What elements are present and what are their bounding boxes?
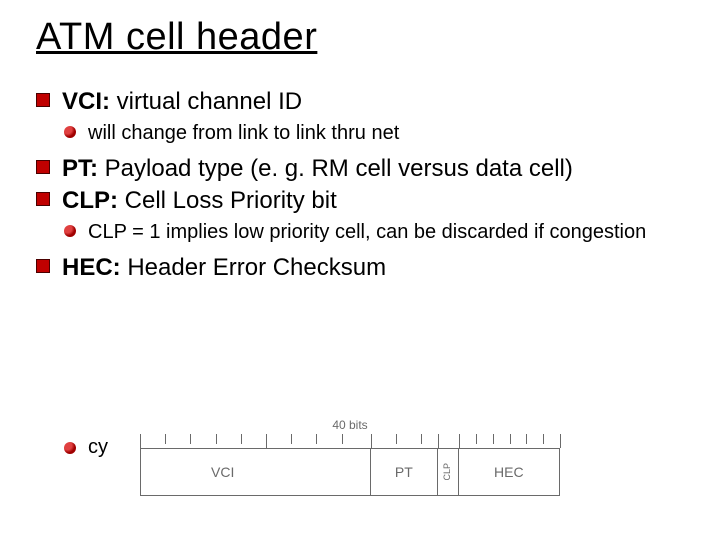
circle-bullet-icon xyxy=(64,225,76,237)
vci-text: virtual channel ID xyxy=(110,88,302,115)
vci-label: VCI: xyxy=(62,88,110,115)
square-bullet-icon xyxy=(36,192,50,206)
header-fields-row: VCI PT CLP HEC xyxy=(140,448,560,496)
circle-bullet-icon xyxy=(64,442,76,454)
clp-label: CLP: xyxy=(62,187,118,214)
body-list: VCI: virtual channel ID will change from… xyxy=(36,87,684,284)
figure-caption: 40 bits xyxy=(140,418,560,432)
bullet-pt: PT: Payload type (e. g. RM cell versus d… xyxy=(36,154,684,185)
field-pt: PT xyxy=(371,449,438,495)
hec-sub-fragment-text: cy xyxy=(88,436,108,458)
bit-ruler xyxy=(140,434,560,448)
slide-title: ATM cell header xyxy=(36,16,684,59)
hec-text: Header Error Checksum xyxy=(121,254,386,281)
pt-label: PT: xyxy=(62,155,98,182)
pt-text: Payload type (e. g. RM cell versus data … xyxy=(98,155,573,182)
cell-header-figure: 40 bits VCI PT CLP xyxy=(140,418,560,496)
clp-text: Cell Loss Priority bit xyxy=(118,187,337,214)
field-vci: VCI xyxy=(141,449,371,495)
square-bullet-icon xyxy=(36,93,50,107)
bullet-clp-sub: CLP = 1 implies low priority cell, can b… xyxy=(36,219,684,245)
bullet-hec-sub-fragment: cy xyxy=(88,436,108,459)
circle-bullet-icon xyxy=(64,126,76,138)
vci-sub-text: will change from link to link thru net xyxy=(88,122,399,144)
bullet-hec: HEC: Header Error Checksum xyxy=(36,253,684,284)
clp-sub-text: CLP = 1 implies low priority cell, can b… xyxy=(88,221,646,243)
hec-label: HEC: xyxy=(62,254,121,281)
bullet-vci: VCI: virtual channel ID xyxy=(36,87,684,118)
field-clp: CLP xyxy=(438,449,459,495)
field-hec: HEC xyxy=(459,449,559,495)
bullet-clp: CLP: Cell Loss Priority bit xyxy=(36,186,684,217)
square-bullet-icon xyxy=(36,259,50,273)
square-bullet-icon xyxy=(36,160,50,174)
bullet-vci-sub: will change from link to link thru net xyxy=(36,120,684,146)
field-clp-label: CLP xyxy=(443,463,452,481)
